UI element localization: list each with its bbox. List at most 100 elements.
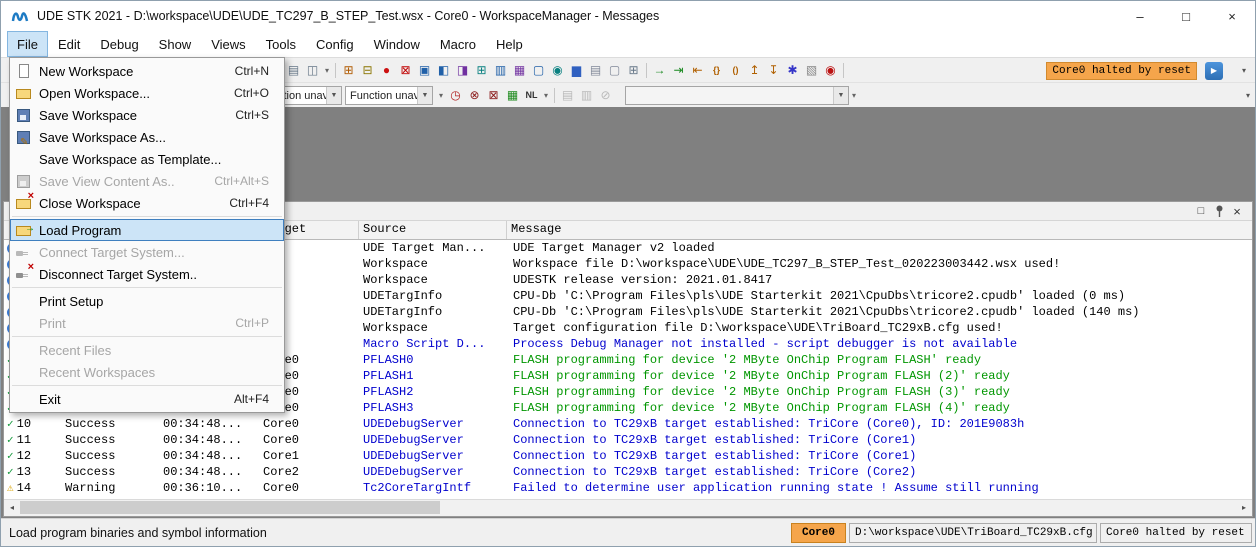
close-button[interactable]: × bbox=[1209, 1, 1255, 31]
target-table-icon[interactable]: ⊞ bbox=[339, 61, 358, 80]
menu-item-save-workspace[interactable]: Save Workspace Ctrl+S bbox=[10, 104, 284, 126]
toolbar-overflow-caret[interactable]: ▾ bbox=[1237, 66, 1251, 75]
menubar-item-file[interactable]: File bbox=[7, 31, 48, 57]
row-number: 11 bbox=[16, 433, 32, 447]
table-row[interactable]: ⚠ 14 Warning 00:36:10... Core0 Tc2CoreTargInt… bbox=[4, 480, 1252, 496]
toolbar-group-caret[interactable]: ▾ bbox=[436, 91, 446, 100]
column-header-source[interactable]: Source bbox=[359, 221, 507, 239]
selection-combo[interactable]: ▼ bbox=[625, 86, 849, 105]
monitor-icon[interactable]: ▢ bbox=[529, 61, 548, 80]
menu-item-label: Save Workspace as Template... bbox=[39, 151, 222, 167]
menu-item-open-workspace[interactable]: Open Workspace... Ctrl+O bbox=[10, 82, 284, 104]
split-window-icon[interactable]: ◧ bbox=[434, 61, 453, 80]
message-cell: Workspace file D:\workspace\UDE\UDE_TC29… bbox=[513, 257, 1061, 271]
table-row[interactable]: ✓ 11 Success 00:34:48... Core0 UDEDebugServer… bbox=[4, 432, 1252, 448]
window-layout-icon[interactable]: ▤ bbox=[284, 61, 303, 80]
maximize-icon[interactable]: □ bbox=[1192, 203, 1210, 219]
nl-icon[interactable]: NL bbox=[522, 86, 541, 105]
statusbar-hint: Load program binaries and symbol informa… bbox=[9, 525, 267, 540]
menubar-item-show[interactable]: Show bbox=[149, 31, 202, 57]
source-cell: Workspace bbox=[363, 321, 428, 335]
delete-cross-icon[interactable]: ⊠ bbox=[484, 86, 503, 105]
menu-item-shortcut: Ctrl+Alt+S bbox=[214, 174, 269, 188]
flash-grid-icon[interactable]: ▦ bbox=[503, 86, 522, 105]
chevron-down-icon[interactable]: ▼ bbox=[417, 87, 432, 104]
menubar-item-tools[interactable]: Tools bbox=[256, 31, 306, 57]
asterisk-icon[interactable]: ✱ bbox=[783, 61, 802, 80]
menubar-item-config[interactable]: Config bbox=[306, 31, 364, 57]
menubar-item-help[interactable]: Help bbox=[486, 31, 533, 57]
table-row[interactable]: ✓ 12 Success 00:34:48... Core1 UDEDebugServer… bbox=[4, 448, 1252, 464]
chevron-down-icon[interactable]: ▼ bbox=[833, 87, 848, 104]
menu-item-print-setup[interactable]: Print Setup bbox=[10, 290, 284, 312]
message-cell: Process Debug Manager not installed - sc… bbox=[513, 337, 1018, 351]
toolbar-group-caret[interactable]: ▾ bbox=[849, 91, 859, 100]
menu-item-save-workspace-as[interactable]: Save Workspace As... bbox=[10, 126, 284, 148]
menu-item-print: Print Ctrl+P bbox=[10, 312, 284, 334]
memory-window-icon[interactable]: ▥ bbox=[491, 61, 510, 80]
no-icon bbox=[15, 392, 32, 407]
menubar-item-macro[interactable]: Macro bbox=[430, 31, 486, 57]
chart-icon[interactable]: ▆ bbox=[567, 61, 586, 80]
step-parens-icon[interactable]: () bbox=[726, 61, 745, 80]
target-state-icon[interactable]: ▶ bbox=[1205, 61, 1223, 80]
menu-item-new-workspace[interactable]: New Workspace Ctrl+N bbox=[10, 60, 284, 82]
grid-icon[interactable]: ⊞ bbox=[624, 61, 643, 80]
registers-window-icon[interactable]: ▦ bbox=[510, 61, 529, 80]
core-selector-badge[interactable]: Core0 bbox=[790, 522, 846, 543]
run-arrow-icon[interactable]: → bbox=[650, 61, 669, 80]
close-icon[interactable]: × bbox=[1228, 203, 1246, 219]
chip-window-icon[interactable]: ◨ bbox=[453, 61, 472, 80]
source-window-icon[interactable]: ▣ bbox=[415, 61, 434, 80]
menu-item-disconnect-target-system[interactable]: × Disconnect Target System.. bbox=[10, 261, 284, 285]
folder-load-icon bbox=[15, 223, 35, 238]
menu-item-exit[interactable]: Exit Alt+F4 bbox=[10, 388, 284, 410]
scroll-right-arrow-icon[interactable]: ▸ bbox=[1236, 500, 1252, 515]
record-dot-icon[interactable]: ● bbox=[377, 61, 396, 80]
step-out-icon[interactable]: ↥ bbox=[745, 61, 764, 80]
grid-window-icon[interactable]: ⊞ bbox=[472, 61, 491, 80]
horizontal-scrollbar[interactable]: ◂ ▸ bbox=[4, 499, 1252, 516]
toolbar-overflow-caret[interactable]: ▾ bbox=[1241, 91, 1255, 100]
globe-icon[interactable]: ◉ bbox=[548, 61, 567, 80]
clear-cross-icon[interactable]: ⊗ bbox=[465, 86, 484, 105]
timer-icon[interactable]: ◷ bbox=[446, 86, 465, 105]
table-row[interactable]: ✓ 10 Success 00:34:48... Core0 UDEDebugServer… bbox=[4, 416, 1252, 432]
flag-table-icon[interactable]: ⊟ bbox=[358, 61, 377, 80]
menu-item-close-workspace[interactable]: Close Workspace Ctrl+F4 bbox=[10, 191, 284, 214]
scrollbar-thumb[interactable] bbox=[20, 501, 440, 514]
toolbar-group-caret[interactable]: ▾ bbox=[322, 66, 332, 75]
chevron-down-icon[interactable]: ▼ bbox=[326, 87, 341, 104]
step-braces-icon[interactable]: {} bbox=[707, 61, 726, 80]
toolbar-separator bbox=[335, 63, 336, 78]
message-cell: UDE Target Manager v2 loaded bbox=[513, 241, 715, 255]
close-box-icon[interactable]: ⊠ bbox=[396, 61, 415, 80]
menubar-item-debug[interactable]: Debug bbox=[90, 31, 148, 57]
menubar-item-window[interactable]: Window bbox=[364, 31, 430, 57]
pin-icon[interactable] bbox=[1210, 203, 1228, 219]
window-columns-icon[interactable]: ◫ bbox=[303, 61, 322, 80]
app-logo-icon[interactable] bbox=[11, 8, 29, 24]
column-header-message[interactable]: Message bbox=[507, 221, 1252, 239]
step-over-icon[interactable]: ⇤ bbox=[688, 61, 707, 80]
maximize-button[interactable]: □ bbox=[1163, 1, 1209, 31]
target-cell: Core0 bbox=[263, 417, 300, 431]
menu-item-save-workspace-as-template[interactable]: Save Workspace as Template... bbox=[10, 148, 284, 170]
row-status-cell: ⚠ 14 bbox=[4, 480, 59, 496]
menubar-item-views[interactable]: Views bbox=[201, 31, 255, 57]
minimize-button[interactable]: – bbox=[1117, 1, 1163, 31]
success-icon: ✓ bbox=[7, 467, 14, 479]
table-row[interactable]: ✓ 13 Success 00:34:48... Core2 UDEDebugServer… bbox=[4, 464, 1252, 480]
menubar-item-edit[interactable]: Edit bbox=[48, 31, 90, 57]
scroll-left-arrow-icon[interactable]: ◂ bbox=[4, 500, 20, 515]
step-into-icon[interactable]: ↧ bbox=[764, 61, 783, 80]
function-combo-2[interactable]: Function unavail ▼ bbox=[345, 86, 433, 105]
toolbar-group-caret[interactable]: ▾ bbox=[541, 91, 551, 100]
menu-item-load-program[interactable]: Load Program bbox=[10, 219, 284, 241]
record-circle-icon[interactable]: ◉ bbox=[821, 61, 840, 80]
run-to-icon[interactable]: ⇥ bbox=[669, 61, 688, 80]
pattern-icon[interactable]: ▧ bbox=[802, 61, 821, 80]
panel-icon[interactable]: ▤ bbox=[586, 61, 605, 80]
menu-item-shortcut: Ctrl+O bbox=[233, 86, 269, 100]
frame-icon[interactable]: ▢ bbox=[605, 61, 624, 80]
